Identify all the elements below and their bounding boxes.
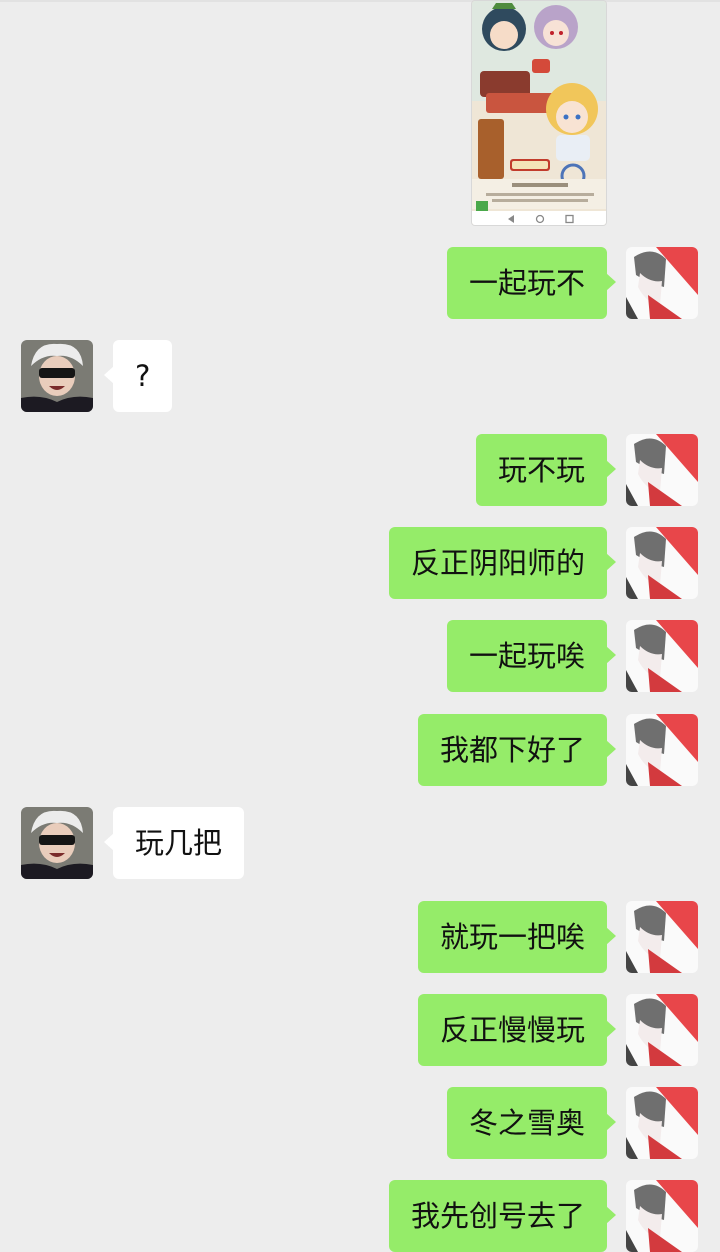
incoming-message-bubble[interactable]: ? [103, 340, 173, 412]
my-avatar[interactable] [626, 901, 698, 973]
contact-avatar[interactable] [21, 807, 93, 879]
message-text: ? [135, 359, 151, 393]
message-text: 反正阴阳师的 [410, 546, 585, 580]
message-text: 玩不玩 [497, 453, 585, 487]
outgoing-message-bubble[interactable]: 反正阴阳师的 [388, 527, 617, 599]
outgoing-message-bubble[interactable]: 我都下好了 [417, 714, 617, 786]
my-avatar[interactable] [626, 527, 698, 599]
outgoing-message-bubble[interactable]: 冬之雪奥 [446, 1087, 617, 1159]
outgoing-message-bubble[interactable]: 一起玩唉 [446, 620, 617, 692]
incoming-message-bubble[interactable]: 玩几把 [103, 807, 245, 879]
message-text: 玩几把 [135, 826, 223, 860]
my-avatar[interactable] [626, 1180, 698, 1252]
message-text: 我都下好了 [439, 733, 585, 767]
my-avatar[interactable] [626, 714, 698, 786]
outgoing-message-bubble[interactable]: 我先创号去了 [388, 1180, 617, 1252]
message-text: 一起玩不 [468, 266, 585, 300]
outgoing-message-bubble[interactable]: 反正慢慢玩 [417, 994, 617, 1066]
outgoing-message-bubble[interactable]: 就玩一把唉 [417, 901, 617, 973]
outgoing-message-bubble[interactable]: 玩不玩 [475, 434, 617, 506]
my-avatar[interactable] [626, 620, 698, 692]
my-avatar[interactable] [626, 994, 698, 1066]
contact-avatar[interactable] [21, 340, 93, 412]
message-text: 反正慢慢玩 [439, 1013, 585, 1047]
my-avatar[interactable] [626, 1087, 698, 1159]
game-screenshot-image [472, 1, 606, 225]
outgoing-message-bubble[interactable]: 一起玩不 [446, 247, 617, 319]
my-avatar[interactable] [626, 434, 698, 506]
message-text: 冬之雪奥 [468, 1106, 585, 1140]
top-divider [0, 0, 720, 2]
my-avatar[interactable] [626, 247, 698, 319]
message-text: 一起玩唉 [468, 639, 585, 673]
shared-image-message[interactable] [471, 0, 607, 226]
message-text: 我先创号去了 [410, 1199, 585, 1233]
message-text: 就玩一把唉 [439, 920, 585, 954]
